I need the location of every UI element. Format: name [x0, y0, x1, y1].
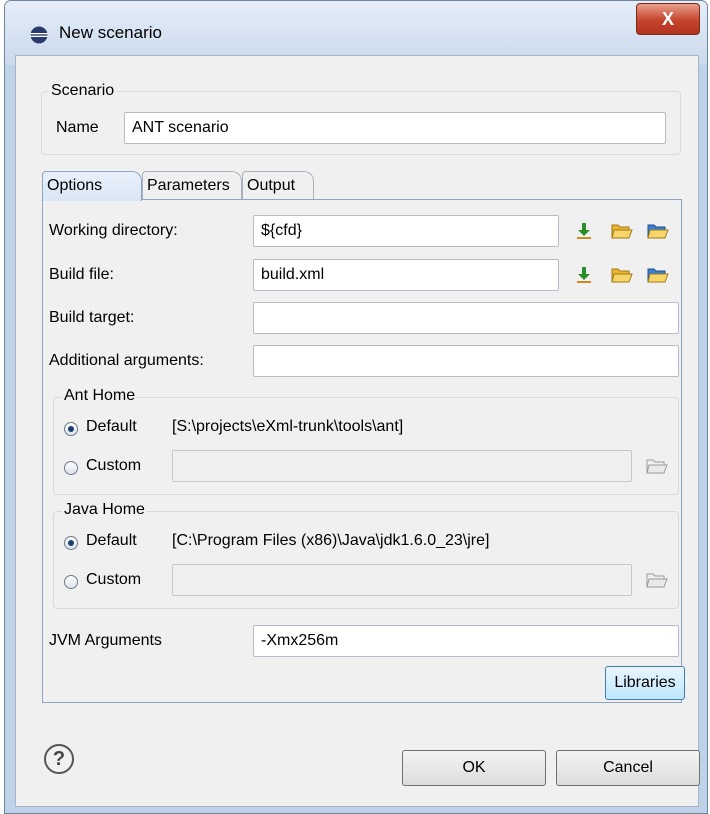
java-home-custom-label[interactable]: Custom [86, 571, 141, 589]
ant-home-custom-label[interactable]: Custom [86, 457, 141, 475]
jvm-arguments-label: JVM Arguments [49, 632, 162, 649]
build-file-input[interactable]: build.xml [253, 259, 559, 291]
close-icon: X [661, 9, 674, 29]
jvm-arguments-input[interactable]: -Xmx256m [253, 625, 679, 657]
additional-arguments-input[interactable] [253, 345, 679, 377]
open-url-folder-icon[interactable] [647, 222, 669, 240]
open-url-folder-icon[interactable] [647, 266, 669, 284]
dialog-window: New scenario X Scenario Name ANT scenari… [4, 0, 708, 814]
scenario-group-label: Scenario [49, 82, 117, 100]
open-folder-icon[interactable] [611, 222, 633, 240]
build-target-input[interactable] [253, 302, 679, 334]
insert-variable-icon[interactable] [575, 222, 593, 240]
options-panel: Working directory: ${cfd} Build file: bu… [42, 199, 685, 703]
close-button[interactable]: X [636, 3, 700, 35]
tab-output[interactable]: Output [242, 171, 314, 199]
name-label: Name [56, 119, 99, 136]
eclipse-app-icon [30, 26, 48, 44]
ant-home-group: Ant Home Default [S:\projects\eXml-trunk… [53, 387, 679, 495]
open-folder-icon[interactable] [611, 266, 633, 284]
libraries-button[interactable]: Libraries [605, 666, 685, 700]
ant-home-label: Ant Home [62, 387, 138, 405]
working-directory-input[interactable]: ${cfd} [253, 215, 559, 247]
java-home-default-label[interactable]: Default [86, 532, 137, 550]
additional-arguments-label: Additional arguments: [49, 352, 204, 369]
open-folder-icon[interactable] [646, 571, 668, 589]
java-home-label: Java Home [62, 501, 147, 519]
tab-options[interactable]: Options [42, 171, 142, 201]
build-target-label: Build target: [49, 309, 135, 326]
insert-variable-icon[interactable] [575, 266, 593, 284]
java-home-default-radio[interactable] [64, 536, 78, 550]
tab-parameters[interactable]: Parameters [142, 171, 242, 199]
scenario-name-input[interactable]: ANT scenario [124, 112, 666, 144]
dialog-title: New scenario [59, 23, 162, 42]
java-home-custom-input[interactable] [172, 564, 632, 596]
ok-button[interactable]: OK [402, 750, 546, 786]
open-folder-icon[interactable] [646, 457, 668, 475]
help-icon[interactable]: ? [44, 744, 74, 774]
ant-home-custom-radio[interactable] [64, 461, 78, 475]
help-glyph: ? [52, 748, 66, 770]
java-home-default-path: [C:\Program Files (x86)\Java\jdk1.6.0_23… [172, 532, 490, 549]
scenario-group: Scenario Name ANT scenario [41, 82, 681, 155]
dialog-body: Scenario Name ANT scenario Options Param… [15, 55, 700, 807]
java-home-group: Java Home Default [C:\Program Files (x86… [53, 501, 679, 609]
java-home-custom-radio[interactable] [64, 575, 78, 589]
tab-strip: Options Parameters Output [42, 171, 682, 201]
ant-home-default-radio[interactable] [64, 422, 78, 436]
cancel-button[interactable]: Cancel [556, 750, 700, 786]
ant-home-default-label[interactable]: Default [86, 418, 137, 436]
working-directory-label: Working directory: [49, 222, 178, 239]
ant-home-custom-input[interactable] [172, 450, 632, 482]
ant-home-default-path: [S:\projects\eXml-trunk\tools\ant] [172, 418, 404, 435]
build-file-label: Build file: [49, 266, 114, 283]
